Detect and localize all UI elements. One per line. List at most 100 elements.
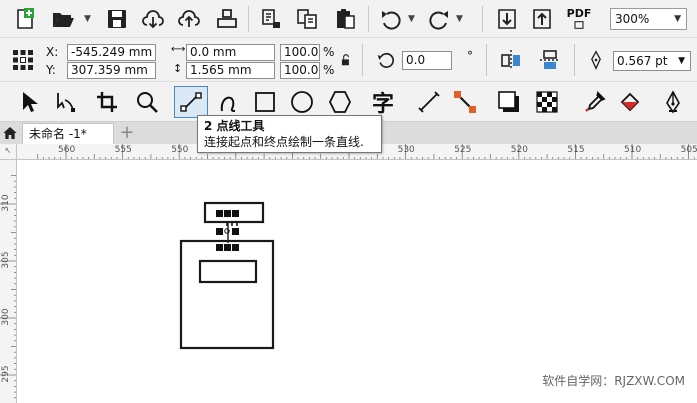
bezier-tool-button[interactable] xyxy=(214,87,244,117)
rectangle-tool-button[interactable] xyxy=(250,87,280,117)
magnifier-icon xyxy=(137,92,158,113)
ruler-label: 520 xyxy=(510,145,528,155)
new-document-button[interactable] xyxy=(10,4,40,34)
pdf-document-icon xyxy=(574,21,584,29)
document-tab[interactable]: 未命名 -1* xyxy=(22,123,114,144)
x-position-field[interactable]: -545.249 mm xyxy=(67,44,156,61)
text-tool-glyph: 字 xyxy=(371,92,394,117)
eyedropper-tool-button[interactable] xyxy=(580,87,610,117)
selection-handle[interactable] xyxy=(232,210,239,217)
scale-y-field[interactable]: 100.0 xyxy=(280,62,320,79)
zoom-tool-button[interactable] xyxy=(132,87,162,117)
2-point-line-tool-button[interactable] xyxy=(176,87,206,117)
import-button[interactable] xyxy=(256,4,286,34)
print-button[interactable] xyxy=(212,4,242,34)
selection-handle[interactable] xyxy=(232,228,239,235)
x-label: X: xyxy=(46,45,59,59)
outline-pen-button[interactable] xyxy=(582,46,610,74)
paint-bucket-icon xyxy=(620,92,640,112)
redo-dropdown-arrow[interactable]: ▼ xyxy=(456,14,463,24)
mirror-horizontal-button[interactable] xyxy=(496,45,526,75)
smart-fill-tool-button[interactable] xyxy=(658,87,688,117)
ruler-label: 515 xyxy=(567,145,585,155)
two-point-line-icon xyxy=(180,92,202,112)
ruler-label: 300 xyxy=(1,308,11,326)
save-button[interactable] xyxy=(102,4,132,34)
lock-icon xyxy=(341,54,349,66)
watermark-text: 软件自学网：RJZXW.COM xyxy=(542,374,685,388)
width-field[interactable]: 0.0 mm xyxy=(186,44,275,61)
scale-x-percent: % xyxy=(323,45,335,59)
property-bar: X: -545.249 mm Y: 307.359 mm ⟷ 0.0 mm ↕ … xyxy=(0,38,697,82)
undo-button[interactable] xyxy=(376,4,406,34)
open-dropdown-arrow[interactable]: ▼ xyxy=(84,14,91,24)
rotate-icon xyxy=(377,52,394,68)
rotation-button[interactable] xyxy=(372,46,400,74)
height-field[interactable]: 1.565 mm xyxy=(186,62,275,79)
mirror-vertical-button[interactable] xyxy=(535,45,565,75)
clipboard-button[interactable] xyxy=(330,4,360,34)
cloud-import-button[interactable] xyxy=(138,4,168,34)
selection-handle[interactable] xyxy=(216,244,223,251)
parallel-dimension-tool-button[interactable] xyxy=(414,87,444,117)
tooltip-title: 2 点线工具 xyxy=(204,119,265,133)
tooltip-description: 连接起点和终点绘制一条直线. xyxy=(204,135,364,149)
ruler-origin-corner[interactable]: ↖ xyxy=(0,144,17,160)
reference-point-icon xyxy=(13,50,33,70)
export-button[interactable] xyxy=(292,4,322,34)
drop-shadow-tool-button[interactable] xyxy=(494,87,524,117)
selection-handle[interactable] xyxy=(232,244,239,251)
clipboard-icon xyxy=(337,9,355,29)
shape-node-icon xyxy=(57,93,75,112)
y-position-field[interactable]: 307.359 mm xyxy=(67,62,156,79)
connector-tool-button[interactable] xyxy=(450,87,480,117)
selection-handle[interactable] xyxy=(216,228,223,235)
checkerboard-icon xyxy=(536,91,558,113)
rectangle-icon xyxy=(255,92,275,112)
folder-open-icon xyxy=(53,13,74,27)
crop-icon xyxy=(97,92,117,112)
zoom-select[interactable]: 300% ▼ xyxy=(610,8,687,30)
ruler-label: 295 xyxy=(1,365,11,383)
bottle-label-shape[interactable] xyxy=(198,259,258,284)
crop-tool-button[interactable] xyxy=(92,87,122,117)
scale-x-field[interactable]: 100.0 xyxy=(280,44,320,61)
object-origin-button[interactable] xyxy=(8,45,38,75)
ruler-label: 560 xyxy=(58,145,76,155)
publish-pdf-button[interactable]: PDF xyxy=(564,4,594,34)
ruler-label: 310 xyxy=(1,194,11,212)
welcome-home-button[interactable] xyxy=(2,125,18,141)
polygon-tool-button[interactable] xyxy=(325,87,355,117)
pointer-arrow-icon xyxy=(23,92,38,112)
shape-tool-button[interactable] xyxy=(50,87,80,117)
vertical-ruler[interactable]: 310 305 300 295 xyxy=(0,160,17,403)
selection-handle[interactable] xyxy=(224,210,231,217)
arrow-up-box-icon xyxy=(533,9,551,29)
ruler-label: 505 xyxy=(680,145,697,155)
drop-shadow-icon xyxy=(498,91,519,112)
cloud-export-button[interactable] xyxy=(174,4,204,34)
drawing-canvas[interactable]: 软件自学网：RJZXW.COM xyxy=(17,160,697,403)
scale-y-percent: % xyxy=(323,63,335,77)
open-button[interactable] xyxy=(48,4,78,34)
undo-dropdown-arrow[interactable]: ▼ xyxy=(408,14,415,24)
import-file-button[interactable] xyxy=(492,4,522,34)
add-document-button[interactable]: + xyxy=(118,124,136,142)
cloud-upload-icon xyxy=(178,10,200,27)
export-file-button[interactable] xyxy=(527,4,557,34)
outline-width-select[interactable]: 0.567 pt ▼ xyxy=(613,51,691,71)
ruler-label: 530 xyxy=(397,145,415,155)
ellipse-tool-button[interactable] xyxy=(287,87,317,117)
lock-ratio-button[interactable] xyxy=(336,50,356,70)
rotation-field[interactable]: 0.0 xyxy=(402,51,452,70)
selection-handle[interactable] xyxy=(216,210,223,217)
selection-handle[interactable] xyxy=(224,244,231,251)
bottle-body-shape[interactable] xyxy=(179,239,275,350)
pick-tool-button[interactable] xyxy=(14,87,44,117)
interactive-fill-tool-button[interactable] xyxy=(615,87,645,117)
connector-icon xyxy=(454,91,476,113)
transparency-tool-button[interactable] xyxy=(532,87,562,117)
redo-button[interactable] xyxy=(424,4,454,34)
zoom-value: 300% xyxy=(615,12,650,26)
text-tool-button[interactable]: 字 xyxy=(368,87,398,117)
